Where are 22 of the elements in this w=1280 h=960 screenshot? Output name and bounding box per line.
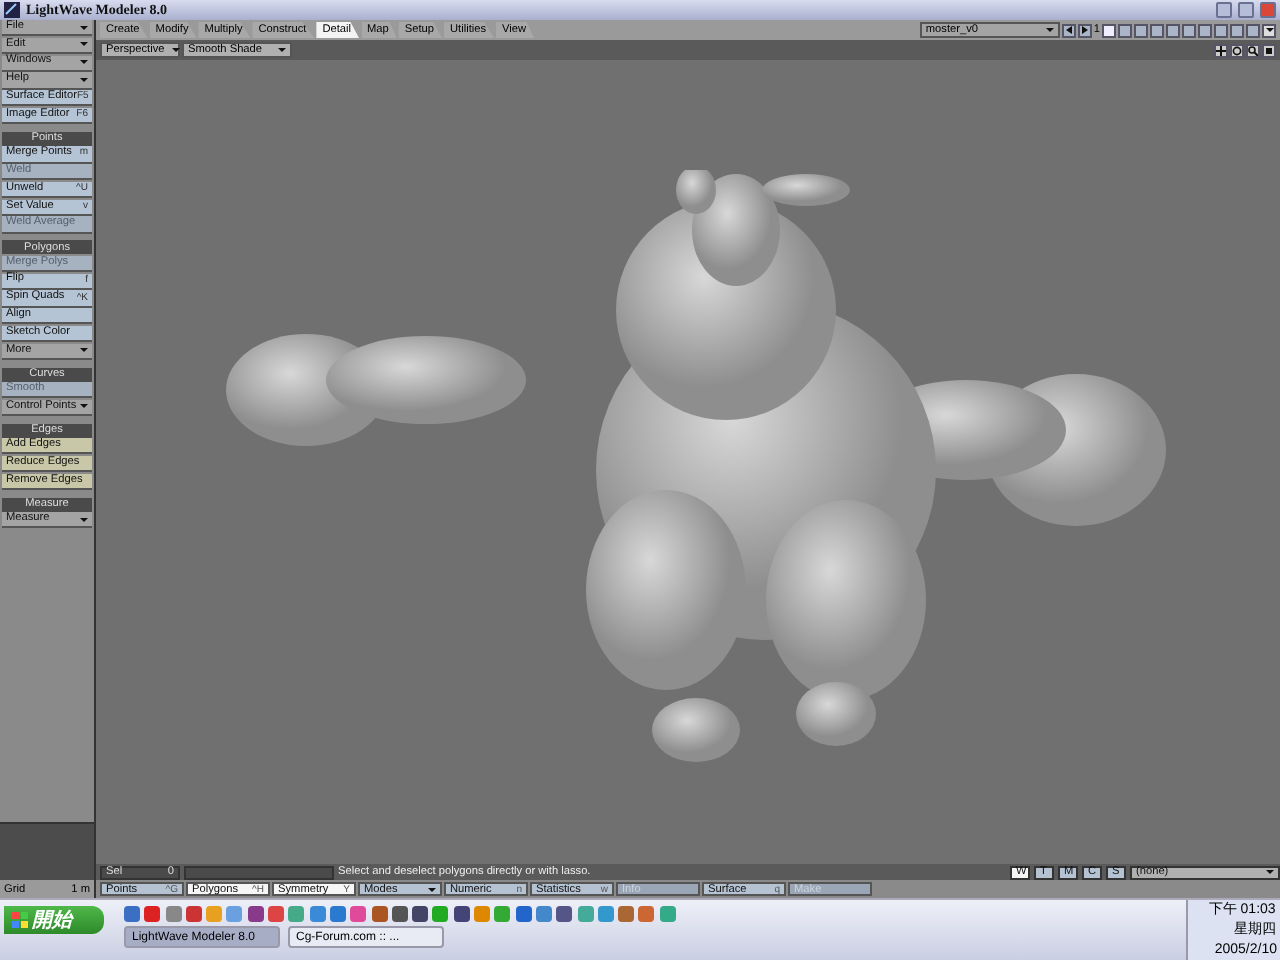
caret-icon — [80, 517, 88, 522]
app-icon — [4, 2, 20, 18]
layer-menu-button[interactable] — [1262, 23, 1276, 37]
rotate-icon[interactable] — [1230, 43, 1244, 57]
prev-layer-button[interactable] — [1061, 23, 1076, 37]
caret-icon — [80, 404, 88, 409]
caret-icon — [80, 42, 88, 47]
move-icon[interactable] — [1214, 43, 1228, 57]
next-layer-button[interactable] — [1077, 23, 1092, 37]
maximize-icon[interactable] — [1262, 43, 1276, 57]
caret-icon — [80, 25, 88, 30]
caret-icon — [1266, 870, 1274, 874]
caret-icon — [428, 887, 436, 891]
caret-icon — [1045, 28, 1054, 32]
caret-icon — [278, 48, 286, 52]
caret-icon — [80, 60, 88, 65]
caret-icon — [80, 78, 88, 83]
minimize-button[interactable] — [1216, 2, 1232, 18]
caret-icon — [80, 348, 88, 353]
windows-logo-icon — [12, 912, 28, 928]
zoom-icon[interactable] — [1246, 43, 1260, 57]
restore-button[interactable] — [1238, 2, 1254, 18]
